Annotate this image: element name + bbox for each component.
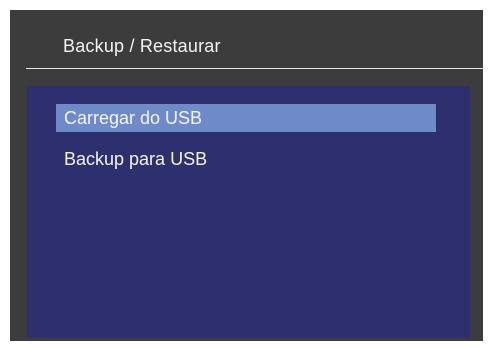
page-title: Backup / Restaurar — [63, 36, 221, 56]
menu-panel: Carregar do USB Backup para USB — [27, 86, 470, 338]
header-divider — [26, 68, 483, 69]
menu-item-load-from-usb[interactable]: Carregar do USB — [56, 104, 436, 132]
backup-restore-screen: Backup / Restaurar Carregar do USB Backu… — [10, 10, 483, 341]
menu-item-backup-to-usb[interactable]: Backup para USB — [56, 145, 436, 173]
